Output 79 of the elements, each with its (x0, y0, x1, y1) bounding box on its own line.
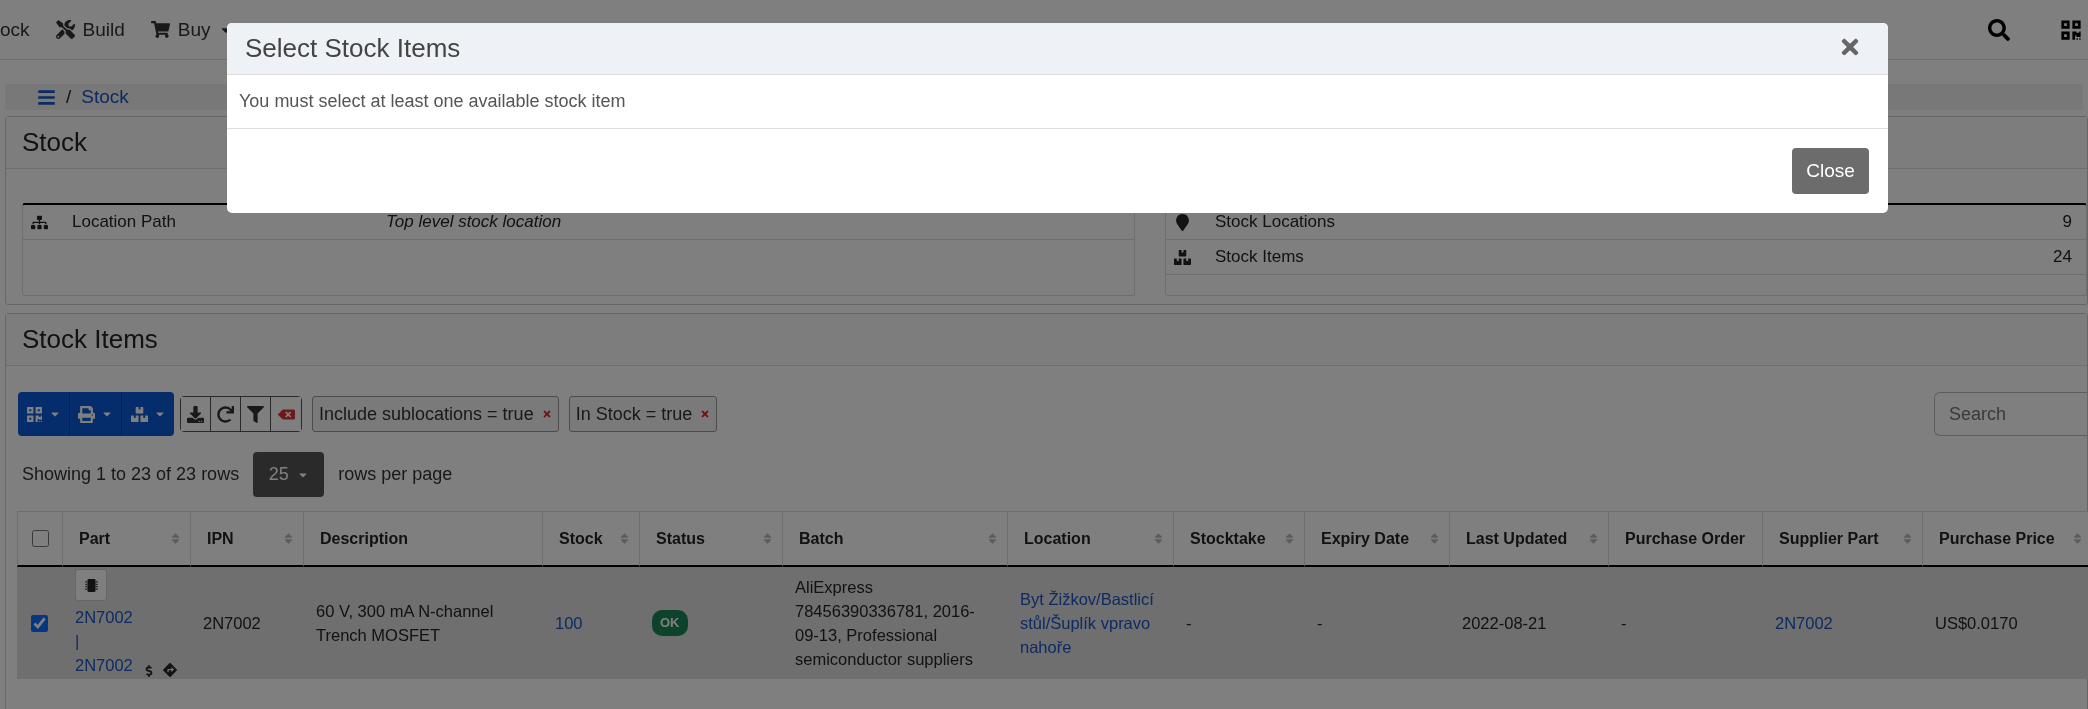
pagination-info: Showing 1 to 23 of 23 rows (22, 464, 240, 485)
sort-icon (986, 532, 999, 545)
sitemap-icon (31, 213, 48, 231)
info-value: Top level stock location (386, 212, 562, 232)
status-badge: OK (652, 610, 688, 636)
info-count: 24 (2053, 247, 2072, 267)
nav-item[interactable]: Buy (150, 18, 233, 41)
map-marker-icon (1174, 213, 1191, 231)
search-icon[interactable] (1988, 18, 2010, 41)
table-cell-text: US$0.0170 (1935, 613, 2018, 634)
tools-icon (55, 20, 75, 39)
sort-icon (1428, 532, 1441, 545)
pagination-suffix: rows per page (338, 464, 453, 485)
menu-icon[interactable] (37, 87, 56, 107)
column-header[interactable]: Stock (543, 511, 640, 567)
cell-link[interactable]: 2N7002 (1775, 611, 1833, 635)
table-cell-text: 2022-08-21 (1462, 613, 1547, 634)
column-header[interactable]: Purchase Price (1923, 511, 2088, 567)
breadcrumb-separator: / (66, 86, 72, 108)
sort-icon (1152, 532, 1165, 545)
info-count: 9 (2062, 212, 2072, 232)
sort-icon (618, 532, 631, 545)
column-header[interactable]: Location (1008, 511, 1174, 567)
page-size-button[interactable]: 25 (253, 452, 325, 497)
cart-icon (150, 20, 170, 39)
info-label: Stock Items (1215, 247, 1304, 267)
directions-icon (163, 663, 177, 677)
table-cell-text: - (1317, 613, 1323, 634)
modal-title: Select Stock Items (245, 33, 461, 64)
boxes-icon (1174, 248, 1191, 266)
boxes-icon (130, 405, 148, 423)
qr-code-icon (26, 405, 43, 423)
row-checkbox[interactable] (31, 614, 48, 632)
sort-icon (1283, 532, 1296, 545)
sort-icon (2071, 532, 2084, 545)
column-header[interactable]: IPN (191, 511, 304, 567)
chip-icon (84, 578, 98, 592)
info-label: Location Path (72, 212, 177, 232)
download-icon (187, 405, 204, 423)
download-button[interactable] (181, 397, 211, 431)
table-cell-text: 60 V, 300 mA N-channel Trench MOSFET (316, 601, 495, 646)
table-cell-text: 2N7002 (203, 613, 261, 634)
column-header[interactable]: Purchase Order (1609, 511, 1763, 567)
column-header[interactable]: Expiry Date (1305, 511, 1450, 567)
sort-icon (1587, 532, 1600, 545)
column-header[interactable]: Stocktake (1174, 511, 1305, 567)
sort-icon (169, 532, 182, 545)
stock-actions-button[interactable] (122, 392, 174, 436)
breadcrumb-link[interactable]: Stock (81, 86, 129, 108)
modal-message: You must select at least one available stock item (239, 91, 626, 112)
nav-item[interactable]: ock (0, 18, 30, 41)
sort-icon (761, 532, 774, 545)
nav-item[interactable]: Build (55, 18, 125, 41)
column-header[interactable]: Description (304, 511, 543, 567)
column-header[interactable]: Status (640, 511, 783, 567)
print-button[interactable] (70, 392, 122, 436)
refresh-icon (217, 405, 234, 423)
column-header[interactable]: Batch (783, 511, 1008, 567)
table-cell-text: - (1621, 613, 1627, 634)
qr-code-icon[interactable] (2060, 18, 2082, 41)
filter-label: Include sublocations = true (319, 403, 534, 425)
printer-icon (78, 405, 95, 423)
column-header[interactable]: Supplier Part (1763, 511, 1923, 567)
column-header[interactable]: Last Updated (1450, 511, 1609, 567)
close-button[interactable]: Close (1792, 148, 1869, 194)
info-label: Stock Locations (1215, 212, 1335, 232)
panel-title: Stock Items (6, 314, 2087, 366)
column-header[interactable]: Part (63, 511, 191, 567)
select-all-checkbox[interactable] (31, 530, 49, 547)
sort-icon (1901, 532, 1914, 545)
table-cell-text: AliExpress 78456390336781, 2016-09-13, Professional semiconductor suppliers (795, 577, 976, 670)
search-field[interactable]: Search (1934, 392, 2087, 436)
dollar-icon (143, 665, 155, 677)
table-cell-text: - (1186, 613, 1192, 634)
cell-link[interactable]: 100 (555, 611, 583, 635)
filter-icon (247, 405, 264, 423)
filter-label: In Stock = true (575, 403, 693, 425)
barcode-button[interactable] (18, 392, 70, 436)
sort-icon (282, 532, 295, 545)
